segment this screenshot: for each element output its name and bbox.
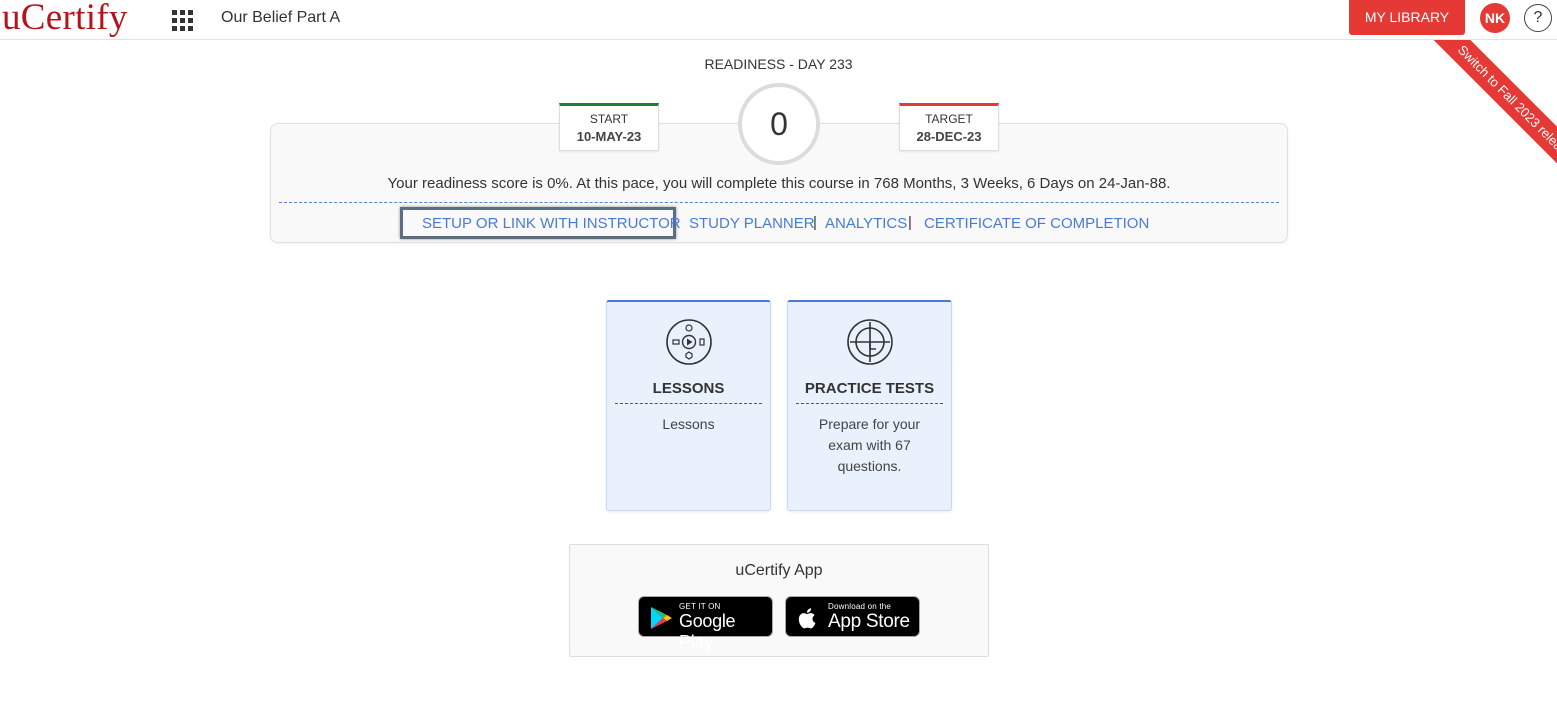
setup-instructor-label: SETUP OR LINK WITH INSTRUCTOR [422,215,681,232]
start-label: START [589,112,629,126]
app-panel-title: uCertify App [735,562,823,579]
readiness-message: Your readiness score is 0%. At this pace… [387,175,1171,192]
target-date: 28-DEC-23 [916,129,982,144]
google-play-button[interactable]: GET IT ON Google Play [638,596,773,652]
readiness-divider [279,202,1279,203]
help-icon[interactable]: ? [1524,4,1552,32]
certificate-link[interactable]: CERTIFICATE OF COMPLETION [924,215,1149,232]
top-header: uCertify Our Belief Part A MY LIBRARY NK… [0,0,1557,40]
lessons-media-icon [666,319,712,365]
lessons-description: Lessons [662,416,715,432]
lessons-card[interactable]: LESSONS Lessons [606,300,771,511]
crosshair-icon [847,319,893,365]
target-date-card: TARGET 28-DEC-23 [899,103,999,151]
card-divider [796,403,943,404]
study-planner-link[interactable]: STUDY PLANNER [689,215,815,232]
google-play-big-text: Google Play [679,611,736,652]
start-date-card: START 10-MAY-23 [559,103,659,151]
course-title: Our Belief Part A [221,9,341,26]
start-date: 10-MAY-23 [576,129,642,144]
practice-tests-card[interactable]: PRACTICE TESTS Prepare for your exam wit… [787,300,952,511]
lessons-title: LESSONS [652,380,725,397]
target-label: TARGET [925,112,973,126]
apps-grid-icon[interactable] [172,10,194,32]
app-store-big-text: App Store [828,611,910,632]
practice-tests-description: Prepare for your exam with 67 questions. [818,416,921,474]
readiness-title: READINESS - DAY 233 [704,56,853,72]
app-store-button[interactable]: Download on the App Store [785,596,920,637]
ucertify-logo[interactable]: uCertify [2,0,128,39]
google-play-icon [651,607,672,629]
analytics-link[interactable]: ANALYTICS [825,215,907,232]
my-library-button[interactable]: MY LIBRARY [1349,0,1465,35]
practice-tests-title: PRACTICE TESTS [804,380,935,397]
mobile-app-panel: uCertify App GET IT ON Google Play Downl… [569,544,989,657]
readiness-score: 0 [738,83,820,165]
setup-instructor-link[interactable]: SETUP OR LINK WITH INSTRUCTOR [400,207,681,239]
google-play-small-text: GET IT ON [679,602,721,611]
card-divider [615,403,762,404]
app-store-small-text: Download on the [828,602,892,611]
user-avatar[interactable]: NK [1480,3,1510,33]
apple-icon [798,608,816,629]
link-separator: | [908,214,912,231]
link-separator: | [813,214,817,231]
